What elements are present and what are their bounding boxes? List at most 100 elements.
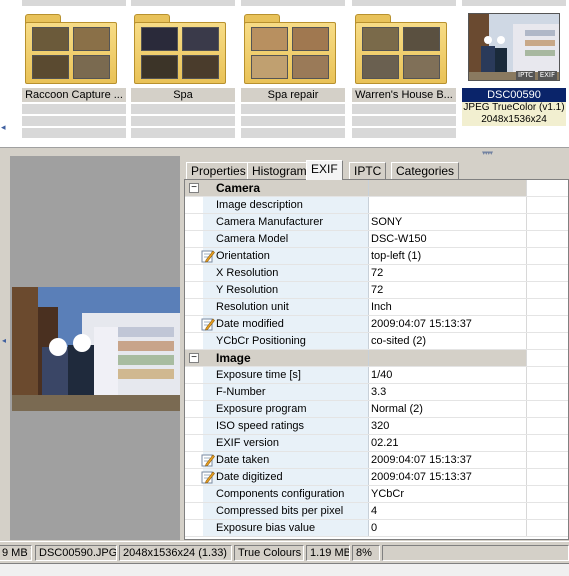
- exif-row[interactable]: Camera Model DSC-W150: [185, 231, 568, 248]
- thumbnail-folder-warrens-house[interactable]: Warren's House B...: [352, 8, 456, 138]
- status-empty: [382, 545, 569, 561]
- exif-row[interactable]: Camera Manufacturer SONY: [185, 214, 568, 231]
- exif-row[interactable]: Exposure time [s] 1/40: [185, 367, 568, 384]
- status-filename: DSC00590.JPG: [35, 545, 117, 561]
- pencil-edit-icon[interactable]: [201, 453, 215, 467]
- property-value: 3.3: [369, 384, 527, 400]
- iptc-badge: IPTC: [515, 71, 535, 80]
- thumbnail-browser[interactable]: Raccoon Capture ... Spa Spa repair Warre…: [0, 0, 569, 148]
- exif-row[interactable]: ISO speed ratings 320: [185, 418, 568, 435]
- property-value: 02.21: [369, 435, 527, 451]
- property-value: 1/40: [369, 367, 527, 383]
- thumbnail-label: Spa: [131, 88, 235, 102]
- property-value: [369, 197, 527, 213]
- thumbnail-label: Spa repair: [241, 88, 345, 102]
- status-size-total: 9 MB ]: [0, 545, 32, 561]
- property-name: Components configuration: [203, 486, 369, 502]
- group-title: Camera: [203, 180, 369, 196]
- property-name: Date modified: [203, 316, 369, 332]
- row-gutter: [185, 333, 203, 349]
- row-gutter: [185, 197, 203, 213]
- group-title: Image: [203, 350, 369, 366]
- exif-row[interactable]: Compressed bits per pixel 4: [185, 503, 568, 520]
- exif-row[interactable]: Exposure bias value 0: [185, 520, 568, 537]
- thumbnail-photo-dsc00590[interactable]: IPTC EXIF DSC00590 JPEG TrueColor (v1.1)…: [462, 8, 566, 126]
- exif-row[interactable]: Resolution unit Inch: [185, 299, 568, 316]
- exif-row[interactable]: Image description: [185, 197, 568, 214]
- collapse-arrow-icon[interactable]: ◂: [2, 336, 6, 345]
- property-name: Exposure time [s]: [203, 367, 369, 383]
- bottom-strip: [0, 563, 569, 576]
- property-value: Inch: [369, 299, 527, 315]
- row-gutter: [185, 214, 203, 230]
- row-gutter: [185, 435, 203, 451]
- group-header-row[interactable]: Camera −: [185, 180, 568, 197]
- row-gutter: [185, 282, 203, 298]
- exif-badge: EXIF: [537, 71, 557, 80]
- row-gutter: [185, 367, 203, 383]
- exif-row[interactable]: YCbCr Positioning co-sited (2): [185, 333, 568, 350]
- exif-row[interactable]: F-Number 3.3: [185, 384, 568, 401]
- thumbnail-dimensions: 2048x1536x24: [462, 114, 566, 126]
- pencil-edit-icon[interactable]: [201, 249, 215, 263]
- tab-exif[interactable]: EXIF: [306, 160, 343, 180]
- row-gutter: [185, 401, 203, 417]
- row-gutter: [185, 384, 203, 400]
- exif-row[interactable]: Orientation top-left (1): [185, 248, 568, 265]
- property-name: Camera Model: [203, 231, 369, 247]
- exif-row[interactable]: Components configuration YCbCr: [185, 486, 568, 503]
- minus-box-icon[interactable]: −: [189, 353, 199, 363]
- tab-categories[interactable]: Categories: [391, 162, 460, 179]
- row-gutter: [185, 503, 203, 519]
- property-name: YCbCr Positioning: [203, 333, 369, 349]
- exif-row[interactable]: Y Resolution 72: [185, 282, 568, 299]
- pencil-edit-icon[interactable]: [201, 317, 215, 331]
- exif-property-grid[interactable]: Camera − Image description Camera Manufactu…: [184, 179, 569, 540]
- exif-row[interactable]: X Resolution 72: [185, 265, 568, 282]
- row-gutter: [185, 520, 203, 536]
- horizontal-splitter[interactable]: ▾▾▾▾: [0, 148, 569, 157]
- exif-row[interactable]: Date digitized 2009:04:07 15:13:37: [185, 469, 568, 486]
- thumbnail-folder-spa-repair[interactable]: Spa repair: [241, 8, 345, 138]
- folder-icon: [355, 14, 447, 84]
- tab-iptc[interactable]: IPTC: [349, 162, 387, 179]
- exif-row[interactable]: Exposure program Normal (2): [185, 401, 568, 418]
- photo-thumbnail: IPTC EXIF: [468, 13, 560, 81]
- tab-histogram[interactable]: Histogram: [247, 162, 312, 179]
- thumb-topbar: [22, 0, 126, 6]
- thumb-topbar: [462, 0, 566, 6]
- property-value: DSC-W150: [369, 231, 527, 247]
- thumbnail-folder-spa[interactable]: Spa: [131, 8, 235, 138]
- row-gutter: [185, 231, 203, 247]
- property-name: Exposure bias value: [203, 520, 369, 536]
- exif-row[interactable]: Date taken 2009:04:07 15:13:37: [185, 452, 568, 469]
- row-gutter: [185, 299, 203, 315]
- property-name: EXIF version: [203, 435, 369, 451]
- group-header-row[interactable]: Image −: [185, 350, 568, 367]
- property-value[interactable]: top-left (1): [369, 248, 527, 264]
- property-value[interactable]: 2009:04:07 15:13:37: [369, 316, 527, 332]
- property-value[interactable]: 2009:04:07 15:13:37: [369, 452, 527, 468]
- property-value[interactable]: 2009:04:07 15:13:37: [369, 469, 527, 485]
- status-file-size: 1.19 MB: [306, 545, 350, 561]
- property-name: Compressed bits per pixel: [203, 503, 369, 519]
- thumbnail-label: Warren's House B...: [352, 88, 456, 102]
- property-name: Camera Manufacturer: [203, 214, 369, 230]
- property-name: Date digitized: [203, 469, 369, 485]
- scroll-left-icon[interactable]: ◂: [1, 122, 6, 133]
- pencil-edit-icon[interactable]: [201, 470, 215, 484]
- exif-row[interactable]: Date modified 2009:04:07 15:13:37: [185, 316, 568, 333]
- property-name: Resolution unit: [203, 299, 369, 315]
- row-gutter: [185, 486, 203, 502]
- exif-row[interactable]: EXIF version 02.21: [185, 435, 568, 452]
- property-name: Y Resolution: [203, 282, 369, 298]
- property-value: [369, 180, 527, 196]
- image-preview[interactable]: [12, 287, 180, 411]
- property-value: SONY: [369, 214, 527, 230]
- thumb-topbar: [131, 0, 235, 6]
- tab-properties[interactable]: Properties: [186, 162, 251, 179]
- property-name: X Resolution: [203, 265, 369, 281]
- minus-box-icon[interactable]: −: [189, 183, 199, 193]
- thumbnail-folder-raccoon[interactable]: Raccoon Capture ...: [22, 8, 126, 138]
- folder-icon: [25, 14, 117, 84]
